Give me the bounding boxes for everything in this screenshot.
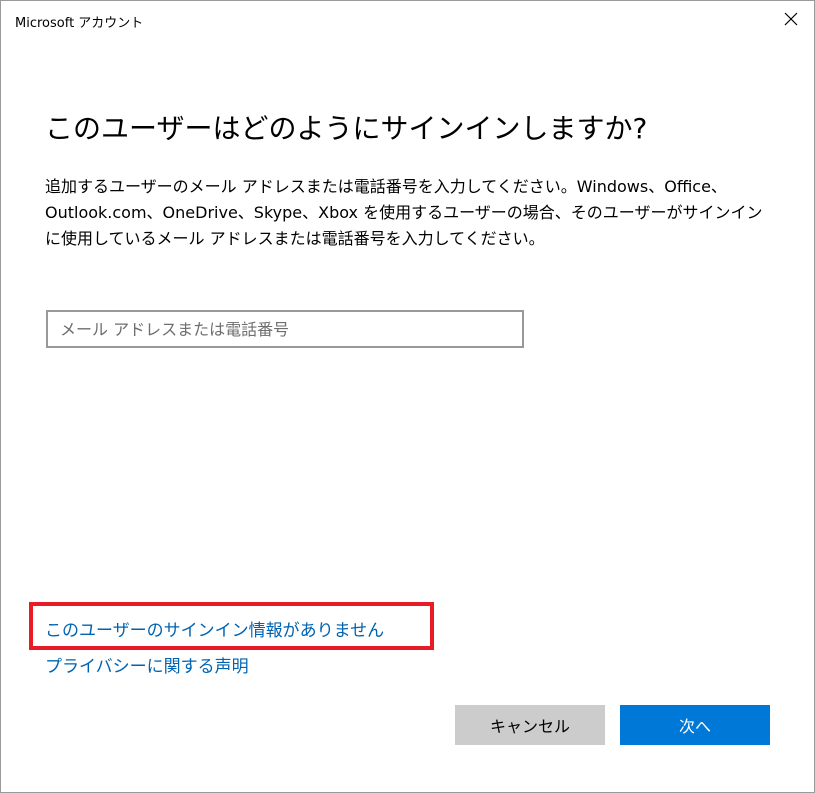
no-signin-info-link[interactable]: このユーザーのサインイン情報がありません <box>45 616 384 641</box>
close-icon <box>784 12 798 26</box>
window-title: Microsoft アカウント <box>15 16 144 31</box>
title-bar: Microsoft アカウント <box>1 1 814 39</box>
page-title: このユーザーはどのようにサインインしますか? <box>45 112 648 145</box>
email-or-phone-field[interactable] <box>46 310 524 348</box>
privacy-statement-link[interactable]: プライバシーに関する声明 <box>45 652 249 677</box>
microsoft-account-dialog: Microsoft アカウント このユーザーはどのようにサインインしますか? 追… <box>0 0 815 793</box>
close-button[interactable] <box>768 1 814 37</box>
next-button[interactable]: 次へ <box>620 705 770 745</box>
description-text: 追加するユーザーのメール アドレスまたは電話番号を入力してください。Window… <box>45 177 763 248</box>
cancel-button[interactable]: キャンセル <box>455 705 605 745</box>
